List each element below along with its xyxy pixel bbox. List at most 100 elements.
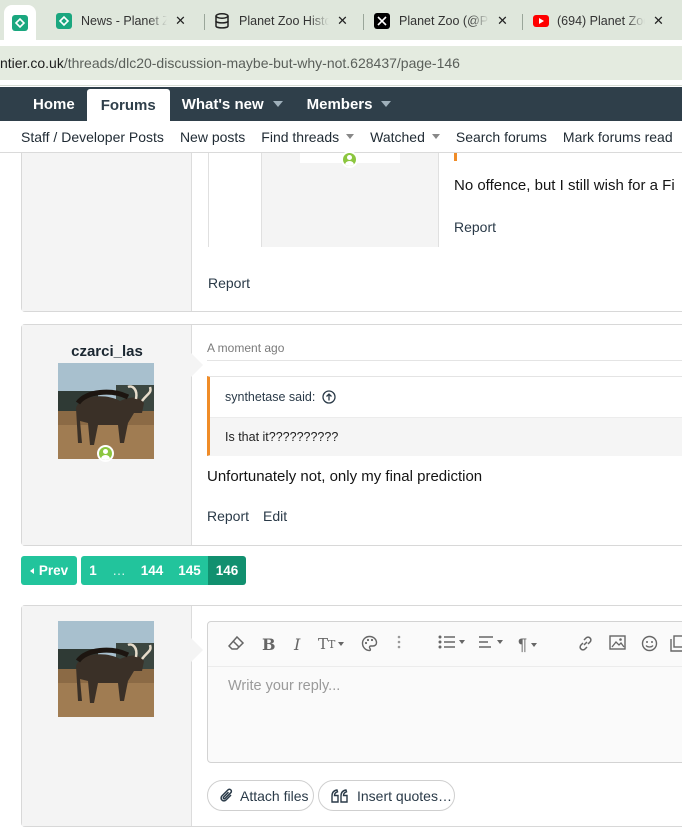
youtube-icon [533, 15, 549, 27]
chevron-down-icon [338, 642, 345, 646]
url-domain: ntier.co.uk [0, 55, 64, 71]
tab-active[interactable] [4, 5, 36, 40]
close-icon[interactable]: ✕ [337, 13, 348, 29]
edit-link[interactable]: Edit [263, 508, 287, 524]
pagination-page-144[interactable]: 144 [133, 556, 171, 585]
quote-bar-accent [454, 153, 457, 161]
tab-history[interactable]: Planet Zoo History ✕ [214, 5, 348, 37]
url-path: /threads/dlc20-discussion-maybe-but-why-… [63, 55, 460, 71]
pagination-page-145[interactable]: 145 [171, 556, 208, 585]
text-size-icon[interactable]: TT [318, 635, 345, 653]
quote-author-label: synthetase said: [225, 390, 316, 404]
reply-editor[interactable]: B I TT ¶ Write your reply... [207, 621, 682, 763]
link-icon[interactable] [577, 635, 594, 652]
quote-block: synthetase said: Is that it?????????? [207, 376, 682, 456]
chevron-down-icon [497, 640, 503, 644]
chevron-down-icon[interactable] [346, 134, 355, 139]
online-dot [343, 153, 356, 166]
quote-text: Is that it?????????? [225, 430, 339, 444]
bold-icon[interactable]: B [262, 635, 276, 654]
align-icon[interactable] [478, 635, 503, 649]
tab-title: Planet Zoo (@Pla [399, 14, 489, 28]
italic-icon[interactable]: I [294, 635, 300, 654]
nested-post-user-panel [261, 151, 439, 247]
nav-whats-new-label: What's new [181, 95, 264, 113]
close-icon[interactable]: ✕ [653, 13, 664, 29]
post-username[interactable]: czarci_las [22, 343, 192, 360]
tab-separator [204, 14, 205, 30]
post-czarci-las: czarci_las A moment ago synthetase said: [21, 324, 682, 546]
pagination-ellipsis[interactable]: … [105, 556, 133, 585]
image-icon[interactable] [609, 635, 626, 650]
insert-quotes-label: Insert quotes… [357, 787, 452, 804]
attach-files-button[interactable]: Attach files [207, 780, 314, 811]
subnav-new-posts[interactable]: New posts [180, 129, 245, 145]
post-user-panel [22, 606, 203, 826]
subnav-staff-posts[interactable]: Staff / Developer Posts [21, 129, 164, 145]
pagination-page-current[interactable]: 146 [208, 556, 246, 585]
url-field[interactable]: ntier.co.uk/threads/dlc20-discussion-may… [0, 46, 682, 80]
nav-forums[interactable]: Forums [86, 89, 170, 121]
tab-title: Planet Zoo History [239, 14, 329, 28]
editor-toolbar: B I TT ¶ [208, 622, 682, 666]
nested-post: No offence, but I still wish for a Fi Re… [208, 151, 682, 247]
post-time[interactable]: A moment ago [207, 341, 284, 355]
nav-members-label: Members [306, 95, 373, 113]
nav-members[interactable]: Members [295, 87, 404, 121]
tab-twitter[interactable]: Planet Zoo (@Pla ✕ [374, 5, 508, 37]
tab-youtube[interactable]: (694) Planet Zoo ✕ [533, 5, 664, 37]
quote-icon [331, 788, 349, 803]
arrow-up-circle-icon[interactable] [322, 390, 336, 404]
planet-zoo-icon [56, 13, 72, 29]
subnav-find-threads-label: Find threads [261, 128, 340, 145]
emoji-icon[interactable] [641, 635, 658, 652]
pagination-prev-button[interactable]: Prev [21, 556, 77, 585]
chevron-left-icon [29, 567, 34, 574]
subnav-watched-label: Watched [370, 128, 425, 145]
user-panel-arrow [191, 638, 203, 662]
quote-author[interactable]: synthetase said: [225, 390, 336, 404]
tab-separator [522, 14, 523, 30]
nav-whats-new[interactable]: What's new [170, 87, 295, 121]
chevron-down-icon[interactable] [272, 101, 283, 107]
report-link[interactable]: Report [454, 219, 496, 235]
tab-news[interactable]: News - Planet Zoo ✕ [56, 5, 186, 37]
gallery-icon[interactable] [670, 635, 682, 652]
online-dot [99, 447, 112, 460]
attach-files-label: Attach files [240, 787, 309, 804]
eraser-icon[interactable] [228, 635, 245, 651]
chevron-down-icon [459, 640, 465, 644]
post-header-divider [207, 360, 682, 361]
subnav-find-threads[interactable]: Find threads [261, 128, 355, 145]
address-bar: ntier.co.uk/threads/dlc20-discussion-may… [0, 40, 682, 86]
avatar[interactable] [58, 621, 154, 717]
chevron-down-icon[interactable] [381, 101, 392, 107]
close-icon[interactable]: ✕ [497, 13, 508, 29]
post-previous: No offence, but I still wish for a Fi Re… [21, 151, 682, 312]
paragraph-icon[interactable]: ¶ [518, 635, 538, 655]
tab-separator [363, 14, 364, 30]
nav-home[interactable]: Home [0, 87, 87, 121]
report-link[interactable]: Report [208, 275, 250, 291]
subnav-mark-read[interactable]: Mark forums read [563, 129, 673, 145]
toolbar-divider [208, 666, 682, 667]
x-twitter-icon [374, 13, 390, 29]
browser-tab-bar: News - Planet Zoo ✕ Planet Zoo History ✕… [0, 0, 682, 40]
close-icon[interactable]: ✕ [175, 13, 186, 29]
planet-zoo-icon [12, 14, 28, 31]
subnav-search-forums[interactable]: Search forums [456, 129, 547, 145]
paperclip-icon [220, 788, 234, 804]
list-icon[interactable] [438, 635, 465, 649]
main-nav: Home Forums What's new Members [0, 87, 682, 121]
tab-title: (694) Planet Zoo [557, 14, 645, 28]
subnav-watched[interactable]: Watched [370, 129, 440, 145]
insert-quotes-button[interactable]: Insert quotes… [318, 780, 455, 811]
reply-placeholder[interactable]: Write your reply... [228, 678, 340, 694]
post-body: Unfortunately not, only my final predict… [207, 468, 483, 485]
color-palette-icon[interactable] [361, 635, 378, 652]
more-options-icon[interactable] [397, 635, 401, 649]
pagination-page-1[interactable]: 1 [81, 556, 105, 585]
report-link[interactable]: Report [207, 508, 249, 524]
chevron-down-icon[interactable] [431, 134, 440, 139]
nested-post-body: No offence, but I still wish for a Fi [454, 177, 675, 194]
